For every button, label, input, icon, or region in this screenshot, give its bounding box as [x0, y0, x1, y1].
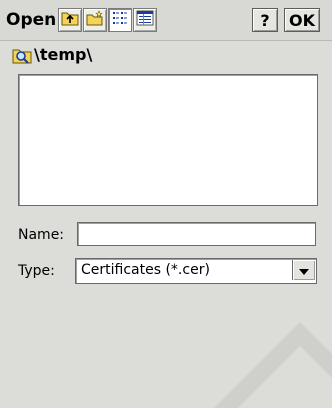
list-view-icon [111, 10, 129, 30]
details-view-button[interactable] [133, 8, 157, 32]
help-button[interactable]: ? [252, 8, 278, 32]
current-location: \temp\ [0, 40, 332, 70]
up-folder-button[interactable] [58, 8, 82, 32]
new-folder-icon [86, 10, 104, 30]
file-list[interactable] [18, 74, 318, 206]
ok-label: OK [289, 10, 315, 30]
current-path: \temp\ [34, 45, 93, 64]
up-folder-icon [61, 10, 79, 30]
background-watermark [0, 258, 332, 408]
ok-button[interactable]: OK [284, 8, 320, 32]
help-label: ? [260, 10, 270, 30]
dialog-title: Open [6, 10, 57, 30]
folder-search-icon [12, 46, 32, 68]
list-view-button[interactable] [108, 8, 132, 32]
open-dialog: Open ? OK \temp\ Name: Type: Certificate… [0, 0, 332, 408]
details-view-icon [136, 10, 154, 30]
name-input[interactable] [77, 222, 316, 246]
new-folder-button[interactable] [83, 8, 107, 32]
name-label: Name: [18, 227, 65, 243]
toolbar: Open ? OK [0, 0, 332, 41]
